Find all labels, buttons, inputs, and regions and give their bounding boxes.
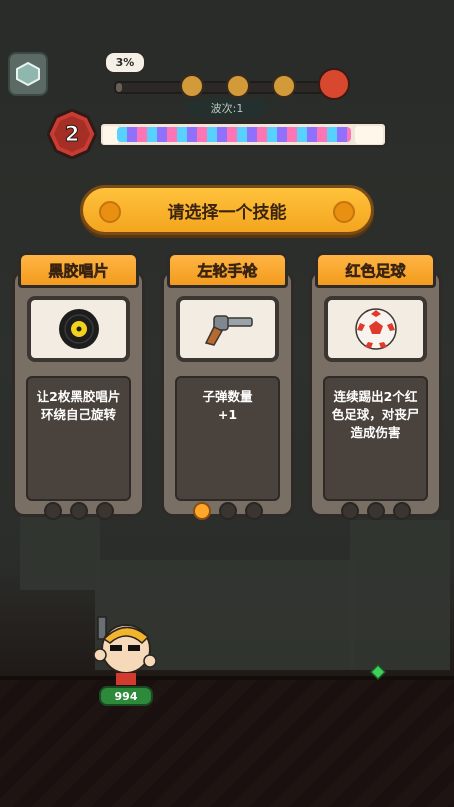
player-hp-bar: 994: [99, 686, 153, 706]
vinyl-record-icon: [58, 309, 99, 349]
level-dot: [366, 502, 385, 520]
xp-bar-cap: [355, 126, 383, 144]
skill-name: 红色足球: [345, 261, 406, 280]
skill-name: 左轮手枪: [197, 261, 258, 280]
skill-description: 子弹数量 +1: [175, 376, 280, 501]
level-dot-filled: [192, 502, 211, 520]
skill-description: 连续踢出2个红色足球，对丧尸造成伤害: [323, 376, 428, 501]
skill-icon-box: [176, 296, 279, 362]
skill-card-revolver[interactable]: 左轮手枪 子弹数量 +1: [161, 252, 294, 520]
red-soccer-ball-icon: [354, 308, 397, 350]
avatar-icon: [16, 61, 40, 87]
card-title-tab: 黑胶唱片: [18, 252, 139, 288]
zombie-marker-icon: [226, 74, 250, 98]
skill-icon-box: [27, 296, 130, 362]
level-dot: [69, 502, 88, 520]
skill-level-dots: [161, 502, 294, 520]
experience-bar: [98, 121, 388, 148]
experience-fill: [117, 127, 351, 142]
zombie-marker-icon: [180, 74, 204, 98]
level-dot: [95, 502, 114, 520]
coin-icon: [333, 201, 355, 223]
level-dot: [244, 502, 263, 520]
skill-icon-box: [324, 296, 427, 362]
skill-level-dots: [309, 502, 442, 520]
player-level: 2: [64, 122, 80, 147]
skill-name: 黑胶唱片: [48, 261, 109, 280]
revolver-icon: [204, 315, 253, 346]
zombie-marker-icon: [272, 74, 296, 98]
level-dot: [340, 502, 359, 520]
player-avatar[interactable]: [8, 52, 48, 96]
coin-icon: [99, 201, 121, 223]
choose-skill-banner: 请选择一个技能: [80, 185, 374, 235]
banner-title: 请选择一个技能: [167, 202, 287, 223]
card-title-tab: 左轮手枪: [167, 252, 288, 288]
boss-marker-icon: [318, 68, 350, 100]
skill-card-vinyl[interactable]: 黑胶唱片 让2枚黑胶唱片环绕自己旋转: [12, 252, 145, 520]
wave-label: 波次:1: [187, 99, 267, 117]
level-dot: [392, 502, 411, 520]
skill-level-dots: [12, 502, 145, 520]
skill-card-soccer-ball[interactable]: 红色足球 连续踢出2个红色足球，对丧尸造成伤害: [309, 252, 442, 520]
level-dot: [218, 502, 237, 520]
progress-percent: 3%: [104, 51, 146, 74]
player-character: [93, 616, 156, 685]
skill-description: 让2枚黑胶唱片环绕自己旋转: [26, 376, 131, 501]
green-gem-icon: [370, 664, 386, 680]
card-title-tab: 红色足球: [315, 252, 436, 288]
wave-progress-fill: [116, 83, 123, 92]
level-dot: [43, 502, 62, 520]
